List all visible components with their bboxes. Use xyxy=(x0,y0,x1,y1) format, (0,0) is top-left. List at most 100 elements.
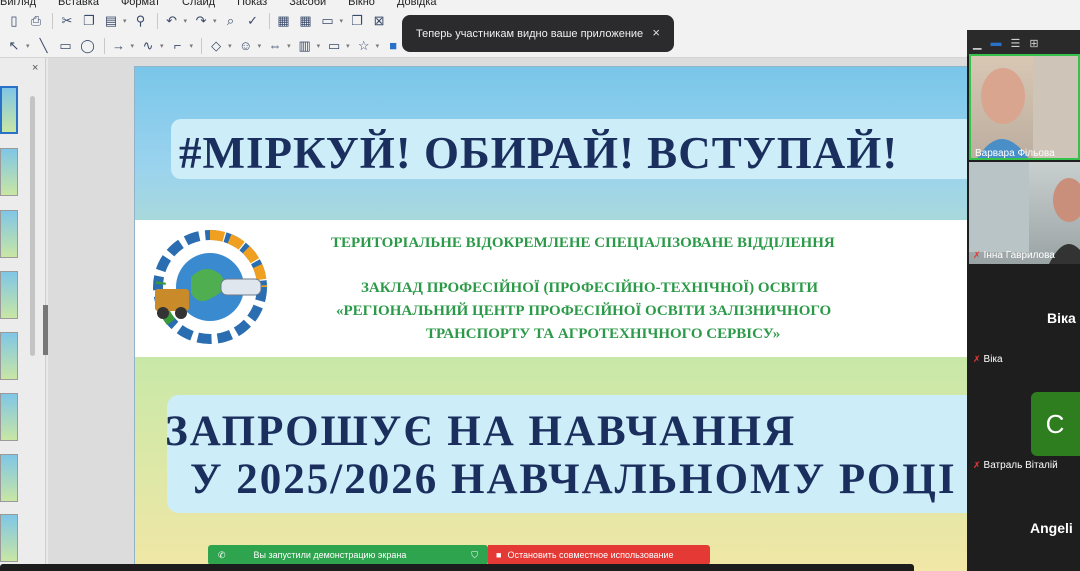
org-line-2: ЗАКЛАД ПРОФЕСІЙНОЇ (ПРОФЕСІЙНО-ТЕХНІЧНОЇ… xyxy=(361,280,819,296)
find-replace-icon[interactable]: ⌕ xyxy=(221,12,241,30)
paste-dropdown-icon[interactable]: ▾ xyxy=(123,17,127,25)
menu-insert[interactable]: Вставка xyxy=(58,0,99,8)
ellipse-icon[interactable]: ◯ xyxy=(78,37,98,55)
share-notification-text: Теперь участникам видно ваше приложение xyxy=(416,27,644,40)
menu-tools[interactable]: Засоби xyxy=(289,0,326,8)
grid-icon[interactable]: ▦ xyxy=(274,12,294,30)
active-speaker-icon[interactable]: ▬ xyxy=(990,37,1001,49)
menu-format[interactable]: Формат xyxy=(121,0,160,8)
block-arrows-dropdown-icon[interactable]: ▾ xyxy=(287,42,291,50)
participant-name-text: Інна Гаврилова xyxy=(983,250,1055,261)
cut-icon[interactable]: ✂ xyxy=(57,12,77,30)
callout-dropdown-icon[interactable]: ▾ xyxy=(346,42,350,50)
copy-icon[interactable]: ❐ xyxy=(79,12,99,30)
zoom-controls-bar xyxy=(0,564,914,571)
invite-line-2: У 2025/2026 НАВЧАЛЬНОМУ РОЦІ xyxy=(190,456,957,503)
minimize-icon[interactable]: ▁ xyxy=(973,37,981,50)
connector-icon[interactable]: ⌐ xyxy=(168,37,188,55)
menu-view[interactable]: Вигляд xyxy=(0,0,36,8)
slide-thumbnail[interactable] xyxy=(0,454,18,502)
phone-icon: ✆ xyxy=(218,549,226,560)
image-icon[interactable]: ▭ xyxy=(318,12,338,30)
slide-thumbnail[interactable] xyxy=(0,393,18,441)
slide-thumbnail[interactable] xyxy=(0,148,18,196)
muted-mic-icon: ✗ xyxy=(973,460,981,470)
curve-dropdown-icon[interactable]: ▾ xyxy=(160,42,164,50)
menu-slideshow[interactable]: Показ xyxy=(237,0,267,8)
clone-formatting-icon[interactable]: ⚲ xyxy=(131,12,151,30)
participant-tile[interactable]: ✗ Інна Гаврилова xyxy=(969,162,1080,264)
connector-dropdown-icon[interactable]: ▾ xyxy=(190,42,194,50)
participant-tile[interactable]: Віка ✗ Віка xyxy=(969,266,1080,372)
share-status-text: Вы запустили демонстрацию экрана xyxy=(253,550,407,560)
toolbar-separator xyxy=(103,37,105,54)
flowchart-dropdown-icon[interactable]: ▾ xyxy=(317,42,321,50)
gallery-toolbar: ▁ ▬ ☰ ⊞ xyxy=(967,30,1080,56)
rectangle-icon[interactable]: ▭ xyxy=(56,37,76,55)
strip-view-icon[interactable]: ☰ xyxy=(1010,37,1020,50)
slide-canvas[interactable]: #МІРКУЙ! ОБИРАЙ! ВСТУПАЙ! ТЕРИТОРІАЛЬНЕ … xyxy=(134,66,974,571)
redo-dropdown-icon[interactable]: ▾ xyxy=(213,17,217,25)
close-panel-icon[interactable]: × xyxy=(32,62,38,74)
participant-tile[interactable]: Angeli xyxy=(969,478,1080,571)
star-icon[interactable]: ☆ xyxy=(354,37,374,55)
delete-slide-icon[interactable]: ⊠ xyxy=(369,12,389,30)
slide-thumbnail[interactable] xyxy=(0,332,18,380)
paste-icon[interactable]: ▤ xyxy=(101,12,121,30)
arrow-line-icon[interactable]: → xyxy=(109,37,129,55)
participant-tile[interactable]: Варвара Фільова xyxy=(969,54,1080,160)
table-icon[interactable]: ▦ xyxy=(296,12,316,30)
select-dropdown-icon[interactable]: ▾ xyxy=(26,42,30,50)
smiley-icon[interactable]: ☺ xyxy=(236,37,256,55)
redo-icon[interactable]: ↷ xyxy=(191,12,211,30)
college-logo xyxy=(153,230,267,344)
stop-share-button[interactable]: ■ Остановить совместное использование xyxy=(488,545,710,565)
callout-icon[interactable]: ▭ xyxy=(324,37,344,55)
participant-name: ✗ Інна Гаврилова xyxy=(973,250,1055,261)
participant-name-text: Ватраль Віталій xyxy=(983,460,1058,471)
basic-shapes-dropdown-icon[interactable]: ▾ xyxy=(228,42,232,50)
participant-name: Варвара Фільова xyxy=(975,148,1055,159)
undo-dropdown-icon[interactable]: ▾ xyxy=(184,17,188,25)
3d-object-icon[interactable]: ■ xyxy=(383,37,403,55)
participant-name: ✗ Віка xyxy=(973,354,1003,365)
flowchart-icon[interactable]: ▥ xyxy=(295,37,315,55)
stop-icon: ■ xyxy=(496,550,502,560)
muted-mic-icon: ✗ xyxy=(973,354,981,364)
spellcheck-icon[interactable]: ✓ xyxy=(243,12,263,30)
print-icon[interactable]: ⎙ xyxy=(26,12,46,30)
slide-panel-scrollbar[interactable] xyxy=(30,96,35,356)
menu-slide[interactable]: Слайд xyxy=(182,0,215,8)
toolbar-separator xyxy=(52,13,53,29)
arrow-dropdown-icon[interactable]: ▾ xyxy=(131,42,135,50)
slide-panel: × xyxy=(0,58,46,571)
slide-thumbnail[interactable] xyxy=(0,86,18,134)
symbol-shapes-dropdown-icon[interactable]: ▾ xyxy=(258,42,262,50)
block-arrow-icon[interactable]: ⇔ xyxy=(265,37,285,55)
share-notification: Теперь участникам видно ваше приложение … xyxy=(402,15,674,52)
menu-bar: Вигляд Вставка Формат Слайд Показ Засоби… xyxy=(0,0,1080,8)
org-line-1: ТЕРИТОРІАЛЬНЕ ВІДОКРЕМЛЕНЕ СПЕЦІАЛІЗОВАН… xyxy=(331,235,835,251)
duplicate-slide-icon[interactable]: ❐ xyxy=(347,12,367,30)
close-icon[interactable]: × xyxy=(652,25,660,40)
stars-dropdown-icon[interactable]: ▾ xyxy=(376,42,380,50)
diamond-shape-icon[interactable]: ◇ xyxy=(206,37,226,55)
undo-icon[interactable]: ↶ xyxy=(162,12,182,30)
org-line-4: ТРАНСПОРТУ ТА АГРОТЕХНІЧНОГО СЕРВІСУ» xyxy=(426,326,781,342)
line-icon[interactable]: ╲ xyxy=(34,37,54,55)
screen: Вигляд Вставка Формат Слайд Показ Засоби… xyxy=(0,0,1080,571)
gallery-view-icon[interactable]: ⊞ xyxy=(1029,37,1038,50)
curve-icon[interactable]: ∿ xyxy=(138,37,158,55)
shield-icon: ⛉ xyxy=(471,549,478,560)
select-icon[interactable]: ↖ xyxy=(4,37,24,55)
slide-thumbnail[interactable] xyxy=(0,271,18,319)
participant-video xyxy=(969,162,1080,264)
menu-help[interactable]: Довідка xyxy=(397,0,437,8)
slide-thumbnail[interactable] xyxy=(0,514,18,562)
menu-window[interactable]: Вікно xyxy=(348,0,375,8)
share-status-bar: ✆ Вы запустили демонстрацию экрана ⛉ xyxy=(208,545,488,565)
image-dropdown-icon[interactable]: ▾ xyxy=(340,17,344,25)
new-document-icon[interactable]: ▯ xyxy=(4,12,24,30)
slide-thumbnail[interactable] xyxy=(0,210,18,258)
participant-avatar: С xyxy=(1031,392,1080,456)
